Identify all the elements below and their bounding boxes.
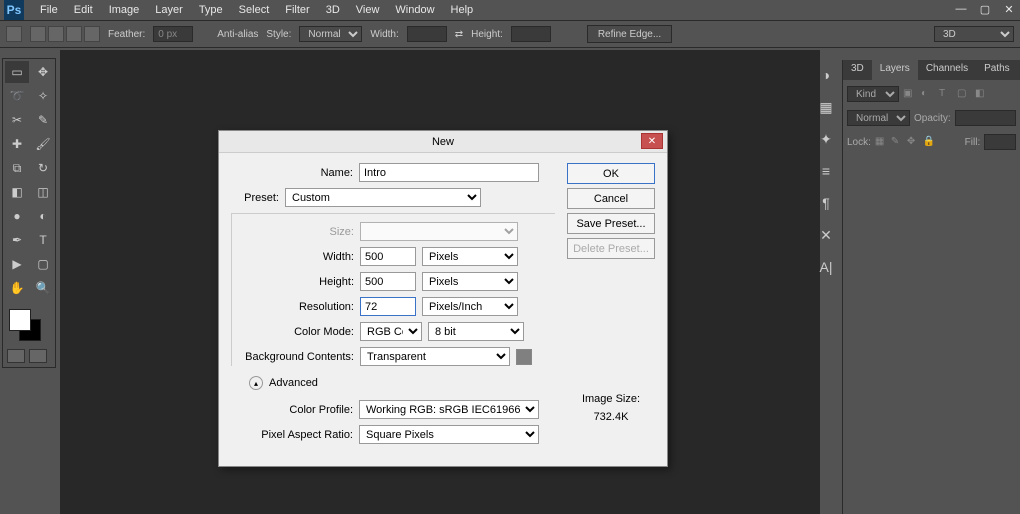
width-label: Width: xyxy=(232,251,354,263)
dialog-titlebar[interactable]: New ✕ xyxy=(219,131,667,153)
resolution-input[interactable] xyxy=(360,297,416,316)
bg-contents-select[interactable]: Transparent xyxy=(360,347,510,366)
advanced-toggle[interactable]: ▴ Advanced xyxy=(249,376,555,390)
new-document-dialog: New ✕ Name: Preset: Custom Size: xyxy=(218,130,668,467)
resolution-label: Resolution: xyxy=(232,301,354,313)
color-profile-label: Color Profile: xyxy=(231,404,353,416)
preset-label: Preset: xyxy=(231,192,279,204)
height-label: Height: xyxy=(232,276,354,288)
width-input[interactable] xyxy=(360,247,416,266)
dialog-title: New xyxy=(432,136,454,148)
height-unit-select[interactable]: Pixels xyxy=(422,272,518,291)
dialog-close-button[interactable]: ✕ xyxy=(641,133,663,149)
size-label: Size: xyxy=(232,226,354,238)
bg-contents-label: Background Contents: xyxy=(232,351,354,363)
image-size-value: 732.4K xyxy=(567,411,655,423)
color-mode-label: Color Mode: xyxy=(232,326,354,338)
save-preset-button[interactable]: Save Preset... xyxy=(567,213,655,234)
dialog-backdrop: New ✕ Name: Preset: Custom Size: xyxy=(0,0,1020,514)
name-input[interactable] xyxy=(359,163,539,182)
name-label: Name: xyxy=(231,167,353,179)
image-size-label: Image Size: xyxy=(567,393,655,405)
preset-select[interactable]: Custom xyxy=(285,188,481,207)
size-select xyxy=(360,222,518,241)
bg-color-chip[interactable] xyxy=(516,349,532,365)
color-depth-select[interactable]: 8 bit xyxy=(428,322,524,341)
ok-button[interactable]: OK xyxy=(567,163,655,184)
color-profile-select[interactable]: Working RGB: sRGB IEC61966-2.1 xyxy=(359,400,539,419)
advanced-label: Advanced xyxy=(269,377,318,389)
delete-preset-button: Delete Preset... xyxy=(567,238,655,259)
resolution-unit-select[interactable]: Pixels/Inch xyxy=(422,297,518,316)
par-label: Pixel Aspect Ratio: xyxy=(231,429,353,441)
par-select[interactable]: Square Pixels xyxy=(359,425,539,444)
color-mode-select[interactable]: RGB Color xyxy=(360,322,422,341)
height-input[interactable] xyxy=(360,272,416,291)
chevron-up-icon: ▴ xyxy=(249,376,263,390)
width-unit-select[interactable]: Pixels xyxy=(422,247,518,266)
cancel-button[interactable]: Cancel xyxy=(567,188,655,209)
